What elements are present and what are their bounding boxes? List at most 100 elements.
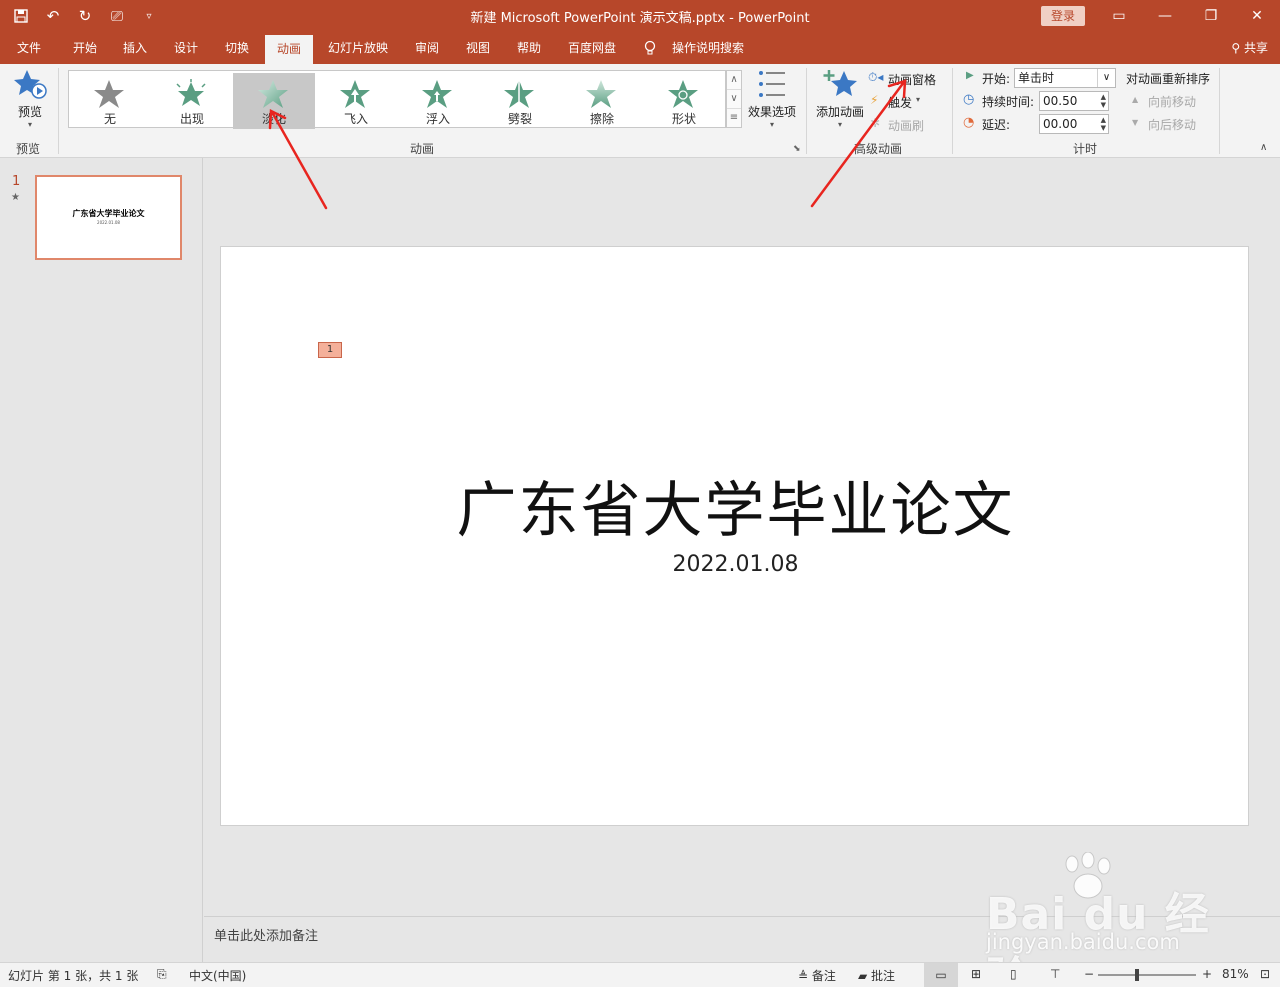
effect-none-label: 无: [103, 112, 116, 126]
slideshow-view-icon[interactable]: ⊤: [1050, 967, 1060, 981]
effect-fade[interactable]: 淡化: [233, 73, 315, 129]
tab-home[interactable]: 开始: [62, 32, 108, 64]
trigger-dropdown-icon: ▾: [916, 95, 921, 104]
move-later-icon: ▼: [1132, 118, 1139, 127]
effect-float-in[interactable]: 浮入: [397, 73, 479, 129]
notes-icon: ≜: [798, 969, 812, 983]
tab-slideshow[interactable]: 幻灯片放映: [322, 32, 394, 64]
tab-help[interactable]: 帮助: [506, 32, 552, 64]
trigger-button[interactable]: ⚡ 触发 ▾: [870, 93, 930, 111]
zoom-out-icon[interactable]: −: [1084, 967, 1094, 981]
preview-button[interactable]: 预览 ▾: [10, 68, 50, 134]
spin-down-icon[interactable]: ▼: [1101, 124, 1106, 132]
animation-order-tag[interactable]: 1: [318, 342, 342, 358]
separator: [806, 68, 807, 154]
baidu-watermark: Bai du 经验 jingyan.baidu.com: [980, 852, 1220, 987]
delay-input[interactable]: 00.00 ▲ ▼: [1039, 114, 1109, 134]
title-bar: ↶ ↻ ⎚ ▿ 新建 Microsoft PowerPoint 演示文稿.ppt…: [0, 0, 1280, 32]
duration-value: 00.50: [1043, 94, 1078, 108]
add-animation-icon: [823, 70, 857, 96]
trigger-label: 触发: [888, 96, 913, 110]
share-label: 共享: [1243, 41, 1268, 55]
delay-value: 00.00: [1043, 117, 1078, 131]
slide-subtitle[interactable]: 2022.01.08: [221, 552, 1250, 577]
slide-title[interactable]: 广东省大学毕业论文: [221, 462, 1250, 549]
tab-baidu-netdisk[interactable]: 百度网盘: [560, 32, 624, 64]
animation-dialog-launcher-icon[interactable]: ⬊: [793, 144, 801, 154]
tab-file[interactable]: 文件: [6, 32, 52, 64]
tab-review[interactable]: 审阅: [404, 32, 450, 64]
effect-wipe[interactable]: 擦除: [561, 73, 643, 129]
effect-options-button[interactable]: 效果选项 ▾: [746, 68, 798, 134]
effect-shape[interactable]: 形状: [643, 73, 725, 129]
gallery-scroll: ∧ ∨ ≡: [726, 70, 742, 128]
star-fly-in-icon: [340, 80, 370, 108]
login-button[interactable]: 登录: [1041, 6, 1085, 26]
preview-star-icon: [14, 70, 47, 99]
effect-fly-in-label: 飞入: [343, 112, 368, 126]
tab-transitions[interactable]: 切换: [214, 32, 260, 64]
group-advanced-label: 高级动画: [853, 142, 902, 156]
fit-to-window-icon[interactable]: ⊡: [1260, 967, 1270, 981]
effect-shape-label: 形状: [671, 112, 696, 126]
share-button[interactable]: ⚲ 共享: [1231, 32, 1268, 64]
ribbon-display-options-icon[interactable]: ▭: [1096, 0, 1142, 32]
animation-pane-button[interactable]: ⏱◂ 动画窗格: [868, 70, 936, 88]
effect-none[interactable]: 无: [69, 73, 151, 129]
effect-appear-label: 出现: [179, 112, 204, 126]
thumbnail-title: 广东省大学毕业论文: [72, 208, 145, 218]
tab-view[interactable]: 视图: [455, 32, 501, 64]
tell-me-search[interactable]: 操作说明搜索: [666, 32, 750, 64]
spin-up-icon[interactable]: ▲: [1101, 116, 1106, 124]
start-label: 开始:: [982, 72, 1011, 86]
notes-toggle[interactable]: ≜ 备注: [798, 967, 836, 984]
effect-wipe-label: 擦除: [589, 112, 614, 126]
duration-input[interactable]: 00.50 ▲ ▼: [1039, 91, 1109, 111]
tab-insert[interactable]: 插入: [112, 32, 158, 64]
effect-split-label: 劈裂: [507, 112, 532, 126]
slide-sorter-icon[interactable]: ⊞: [971, 967, 981, 981]
animation-pane-icon: ⏱◂: [868, 70, 884, 84]
slide-thumbnail[interactable]: 广东省大学毕业论文 2022.01.08: [35, 175, 182, 260]
gallery-scroll-down-icon[interactable]: ∨: [727, 90, 741, 109]
chevron-down-icon: ∨: [1097, 69, 1115, 87]
collapse-ribbon-icon[interactable]: ∧: [1260, 142, 1267, 153]
separator: [952, 68, 953, 154]
spin-up-icon[interactable]: ▲: [1101, 93, 1106, 101]
tab-animations[interactable]: 动画: [265, 35, 313, 64]
restore-icon[interactable]: ❐: [1188, 0, 1234, 32]
effect-fade-label: 淡化: [261, 112, 286, 126]
comments-toggle[interactable]: ▰ 批注: [858, 967, 895, 984]
delay-label: 延迟:: [982, 118, 1011, 132]
star-appear-icon: [176, 79, 206, 106]
slide[interactable]: 1 广东省大学毕业论文 2022.01.08: [220, 246, 1249, 826]
effect-appear[interactable]: 出现: [151, 73, 233, 129]
add-animation-label: 添加动画: [815, 105, 864, 119]
comments-toggle-label: 批注: [871, 969, 896, 983]
gallery-scroll-up-icon[interactable]: ∧: [727, 71, 741, 90]
gallery-more-icon[interactable]: ≡: [727, 109, 741, 128]
add-animation-button[interactable]: 添加动画 ▾: [814, 68, 866, 134]
start-select[interactable]: 单击时 ∨: [1014, 68, 1116, 88]
spelling-check-icon[interactable]: ⎘: [157, 967, 167, 982]
effect-fly-in[interactable]: 飞入: [315, 73, 397, 129]
animation-pane-label: 动画窗格: [888, 73, 937, 87]
star-none-icon: [94, 80, 124, 108]
person-icon: ⚲: [1231, 41, 1244, 55]
thumbnail-date: 2022.01.08: [97, 220, 120, 225]
close-icon[interactable]: ✕: [1234, 0, 1280, 32]
reading-view-icon[interactable]: ▯: [1010, 967, 1017, 981]
delay-icon: ◔: [963, 115, 975, 130]
zoom-in-icon[interactable]: +: [1202, 967, 1212, 981]
zoom-level[interactable]: 81%: [1222, 967, 1249, 981]
zoom-slider-thumb[interactable]: [1135, 969, 1139, 981]
zoom-slider[interactable]: [1098, 969, 1196, 981]
tab-design[interactable]: 设计: [163, 32, 209, 64]
minimize-icon[interactable]: —: [1142, 0, 1188, 32]
star-fade-icon: [258, 80, 288, 108]
normal-view-icon[interactable]: ▭: [924, 963, 958, 987]
language-status[interactable]: 中文(中国): [189, 967, 246, 984]
animation-star-icon: ★: [11, 192, 20, 203]
spin-down-icon[interactable]: ▼: [1101, 101, 1106, 109]
effect-split[interactable]: 劈裂: [479, 73, 561, 129]
